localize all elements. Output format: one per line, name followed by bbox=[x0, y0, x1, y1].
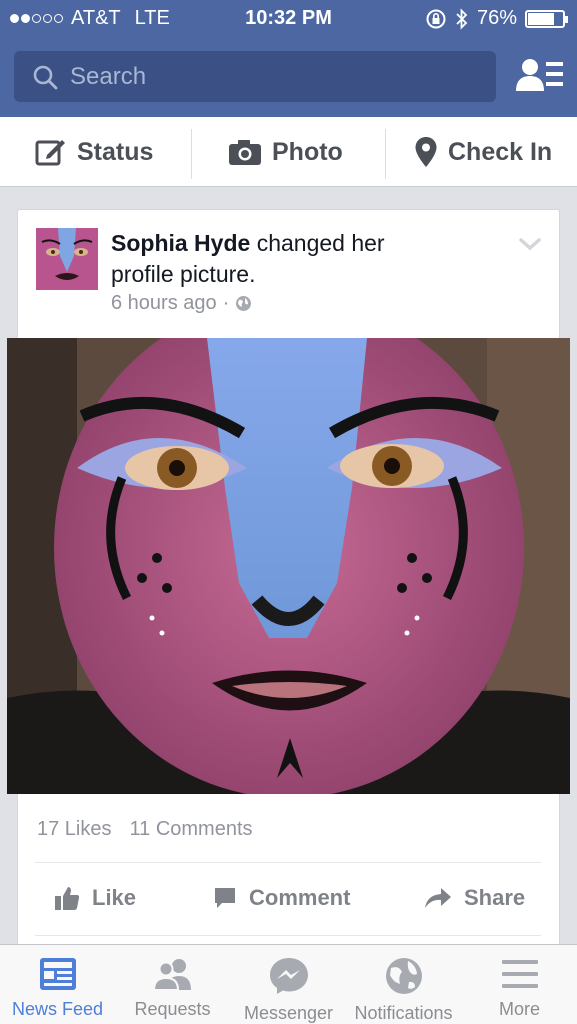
photo-button[interactable]: Photo bbox=[228, 117, 343, 187]
battery-percent: 76% bbox=[476, 7, 517, 29]
chevron-down-icon[interactable] bbox=[518, 236, 542, 252]
rotation-lock-icon bbox=[426, 9, 446, 28]
check-in-button[interactable]: Check In bbox=[414, 117, 552, 187]
divider bbox=[385, 129, 386, 179]
meta-separator: · bbox=[222, 292, 230, 314]
location-pin-icon bbox=[415, 137, 437, 167]
tab-label: Requests bbox=[134, 999, 211, 1019]
publisher-bar: Status Photo Check In bbox=[0, 117, 577, 187]
comment-label: Comment bbox=[249, 885, 351, 910]
divider bbox=[35, 862, 541, 863]
check-in-label: Check In bbox=[448, 137, 553, 166]
tab-label: More bbox=[498, 999, 540, 1019]
friends-list-icon[interactable] bbox=[515, 56, 565, 96]
profile-photo[interactable] bbox=[7, 338, 570, 794]
menu-icon bbox=[501, 960, 538, 988]
story-meta: 6 hours ago · bbox=[111, 292, 252, 315]
thumbs-up-icon bbox=[55, 887, 80, 910]
battery-fill bbox=[528, 12, 554, 25]
comment-icon bbox=[215, 888, 235, 908]
comments-count[interactable]: 11 Comments bbox=[130, 818, 253, 841]
bluetooth-icon bbox=[456, 7, 468, 30]
comment-button[interactable]: Comment bbox=[213, 872, 350, 924]
tab-label: Notifications bbox=[354, 1003, 453, 1023]
camera-icon bbox=[229, 140, 261, 165]
avatar-image bbox=[36, 228, 98, 290]
tab-label: Messenger bbox=[243, 1003, 334, 1023]
like-label: Like bbox=[92, 885, 137, 910]
edit-status-icon bbox=[35, 140, 65, 166]
public-globe-icon bbox=[236, 296, 252, 311]
likes-count[interactable]: 17 Likes bbox=[37, 818, 112, 841]
engagement-counts: 17 Likes 11 Comments bbox=[37, 818, 253, 841]
tab-news-feed[interactable]: News Feed bbox=[0, 945, 115, 1024]
status-button[interactable]: Status bbox=[35, 117, 153, 187]
status-label: Status bbox=[77, 137, 154, 166]
photo-label: Photo bbox=[272, 137, 343, 166]
top-bar: AT&T LTE 10:32 PM 76% bbox=[0, 0, 577, 117]
tab-requests[interactable]: Requests bbox=[115, 945, 230, 1024]
timestamp[interactable]: 6 hours ago bbox=[111, 292, 217, 315]
globe-icon bbox=[385, 958, 422, 994]
divider bbox=[191, 129, 192, 179]
like-button[interactable]: Like bbox=[54, 872, 136, 924]
search-icon bbox=[33, 65, 58, 89]
tab-label: News Feed bbox=[11, 999, 104, 1019]
avatar[interactable] bbox=[36, 228, 98, 290]
face-paint-photo bbox=[7, 338, 570, 794]
tab-notifications[interactable]: Notifications bbox=[346, 945, 461, 1024]
search-input[interactable] bbox=[70, 62, 450, 91]
share-arrow-icon bbox=[425, 888, 451, 908]
tab-messenger[interactable]: Messenger bbox=[231, 945, 346, 1024]
share-button[interactable]: Share bbox=[424, 872, 525, 924]
status-bar: AT&T LTE 10:32 PM 76% bbox=[0, 0, 577, 38]
story-headline: Sophia Hyde changed her profile picture. bbox=[111, 228, 441, 290]
friend-requests-icon bbox=[152, 959, 191, 991]
tab-more[interactable]: More bbox=[462, 945, 577, 1024]
battery-icon bbox=[525, 9, 568, 28]
news-feed-icon bbox=[39, 958, 76, 990]
author-name[interactable]: Sophia Hyde bbox=[111, 230, 250, 256]
tab-bar: News Feed Requests Messenger Notificatio… bbox=[0, 944, 577, 1024]
messenger-icon bbox=[269, 958, 308, 994]
search-bar[interactable] bbox=[14, 51, 496, 102]
share-label: Share bbox=[464, 885, 526, 910]
divider bbox=[35, 935, 541, 936]
